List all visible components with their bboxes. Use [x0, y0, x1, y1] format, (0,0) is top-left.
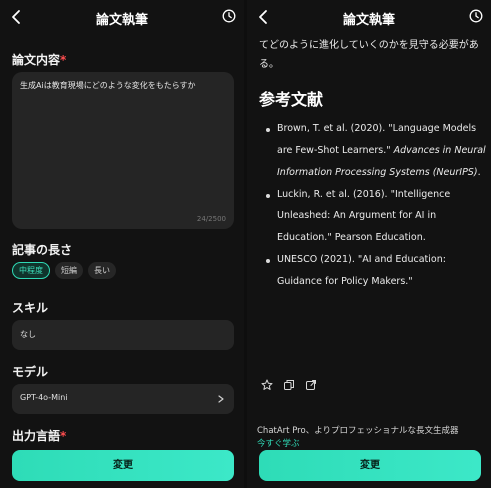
- copy-icon[interactable]: [283, 379, 295, 391]
- char-counter: 24/2500: [196, 215, 226, 223]
- reference-item: UNESCO (2021). "AI and Education: Guidan…: [259, 249, 489, 293]
- article-intro-text: てどのように進化していくのかを見守る必要がある。: [259, 40, 479, 70]
- submit-button[interactable]: 変更: [259, 450, 481, 481]
- skill-select[interactable]: なし: [12, 320, 234, 350]
- history-clock-icon[interactable]: [222, 9, 236, 23]
- submit-button[interactable]: 変更: [12, 450, 234, 481]
- skill-label: スキル: [12, 301, 49, 315]
- page-title: 論文執筆: [95, 13, 148, 28]
- required-mark: *: [60, 53, 67, 67]
- reference-item: Luckin, R. et al. (2016). "Intelligence …: [259, 184, 489, 250]
- length-option-long[interactable]: 長い: [88, 262, 116, 279]
- content-textarea[interactable]: 生成Aiは教育現場にどのような変化をもたらすか 24/2500: [12, 72, 234, 229]
- share-icon[interactable]: [305, 379, 317, 391]
- length-options: 中程度 短編 長い: [12, 262, 116, 279]
- model-label: モデル: [12, 365, 49, 379]
- length-option-medium[interactable]: 中程度: [12, 262, 50, 279]
- content-label: 論文内容*: [12, 53, 67, 67]
- header: 論文執筆: [247, 0, 491, 34]
- length-option-short[interactable]: 短編: [55, 262, 83, 279]
- left-panel: 論文執筆 論文内容* 生成Aiは教育現場にどのような変化をもたらすか 24/25…: [0, 0, 244, 488]
- promo-text: ChatArt Pro、よりプロフェッショナルな長文生成器: [257, 426, 459, 436]
- article-content: てどのように進化していくのかを見守る必要がある。 参考文献 Brown, T. …: [259, 36, 489, 374]
- model-select[interactable]: GPT-4o-Mini: [12, 384, 234, 414]
- references-list: Brown, T. et al. (2020). "Language Model…: [259, 118, 489, 293]
- required-mark: *: [60, 429, 67, 443]
- skill-value: なし: [20, 330, 36, 339]
- references-heading: 参考文献: [259, 90, 324, 109]
- learn-now-link[interactable]: 今すぐ学ぶ: [257, 437, 300, 449]
- page-title: 論文執筆: [342, 13, 395, 28]
- reference-item: Brown, T. et al. (2020). "Language Model…: [259, 118, 489, 184]
- output-language-label: 出力言語*: [12, 429, 67, 443]
- length-label: 記事の長さ: [12, 243, 73, 257]
- model-value: GPT-4o-Mini: [20, 393, 68, 402]
- chevron-right-icon: [218, 395, 224, 403]
- right-panel: 論文執筆 てどのように進化していくのかを見守る必要がある。 参考文献 Brown…: [247, 0, 491, 488]
- header: 論文執筆: [0, 0, 244, 34]
- content-value: 生成Aiは教育現場にどのような変化をもたらすか: [20, 81, 196, 90]
- history-clock-icon[interactable]: [469, 9, 483, 23]
- article-actions: [261, 379, 317, 391]
- star-icon[interactable]: [261, 379, 273, 391]
